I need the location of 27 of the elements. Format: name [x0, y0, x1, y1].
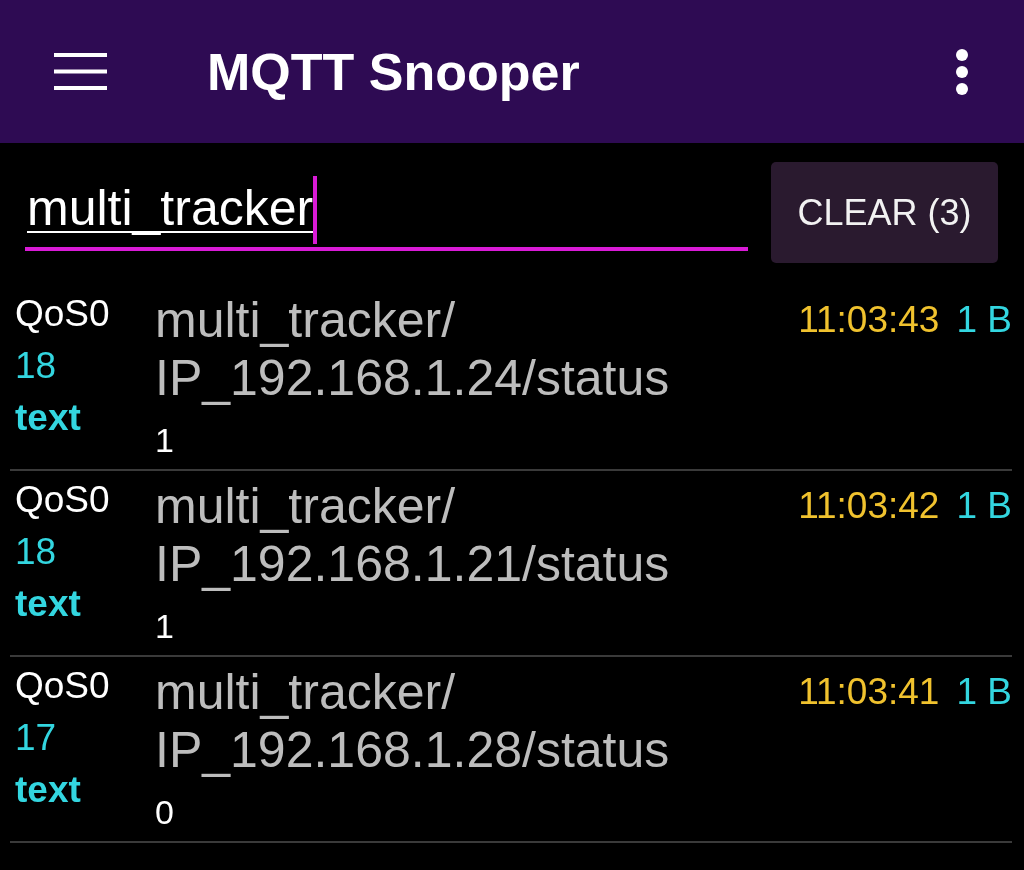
message-length: 18 [15, 530, 57, 574]
topic-text: multi_tracker/ IP_192.168.1.21/status [155, 477, 670, 593]
payload-text: 1 [155, 420, 174, 460]
message-length: 17 [15, 716, 57, 760]
format-label: text [15, 582, 81, 626]
timestamp: 11:03:42 [798, 484, 940, 528]
size-label: 1 B [956, 484, 1012, 528]
menu-icon[interactable] [54, 53, 107, 90]
clear-button[interactable]: CLEAR (3) [771, 162, 998, 263]
qos-label: QoS0 [15, 478, 110, 522]
text-cursor [313, 176, 318, 244]
size-label: 1 B [956, 670, 1012, 714]
timestamp: 11:03:43 [798, 298, 940, 342]
format-label: text [15, 768, 81, 812]
filter-field[interactable]: multi_tracker [25, 176, 748, 251]
qos-label: QoS0 [15, 292, 110, 336]
format-label: text [15, 396, 81, 440]
message-length: 18 [15, 344, 57, 388]
payload-text: 1 [155, 606, 174, 646]
topic-text: multi_tracker/ IP_192.168.1.24/status [155, 291, 670, 407]
qos-label: QoS0 [15, 664, 110, 708]
timestamp: 11:03:41 [798, 670, 940, 714]
app-title: MQTT Snooper [207, 41, 580, 103]
size-label: 1 B [956, 298, 1012, 342]
payload-text: 0 [155, 792, 174, 832]
more-options-icon[interactable] [956, 48, 968, 95]
topic-text: multi_tracker/ IP_192.168.1.28/status [155, 663, 670, 779]
